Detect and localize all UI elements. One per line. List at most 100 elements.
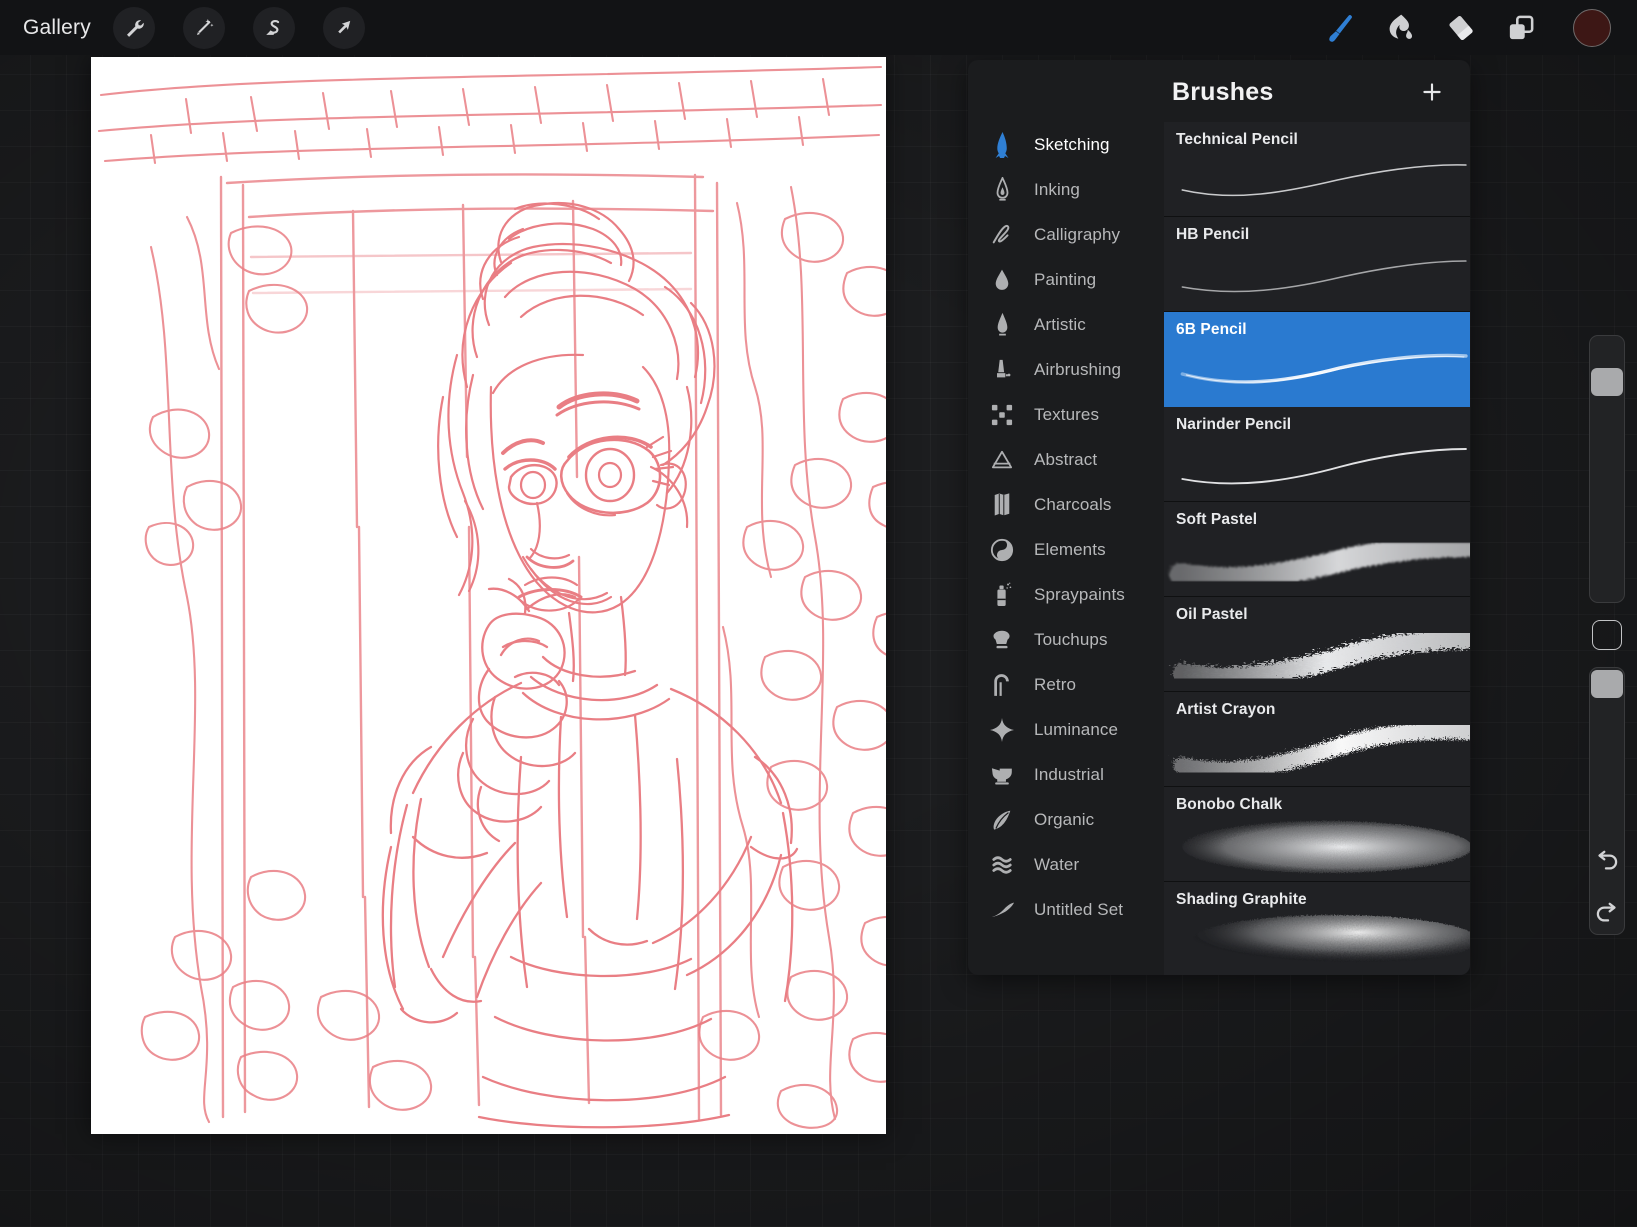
painting-icon [984,265,1020,295]
brush-name: HB Pencil [1176,226,1249,244]
organic-icon [984,805,1020,835]
untitled-set-icon [984,895,1020,925]
brush-category-label: Luminance [1034,720,1118,740]
brush-category-industrial[interactable]: Industrial [968,752,1164,797]
brush-name: Oil Pastel [1176,606,1248,624]
brush-category-textures[interactable]: Textures [968,392,1164,437]
brush-category-label: Elements [1034,540,1106,560]
brush-category-label: Untitled Set [1034,900,1123,920]
brush-category-label: Sketching [1034,135,1110,155]
undo-button[interactable] [1590,845,1624,879]
brush-category-label: Painting [1034,270,1096,290]
brush-stroke-preview [1164,429,1470,501]
add-brush-icon[interactable] [1416,76,1448,108]
retro-icon [984,670,1020,700]
brush-list[interactable]: Technical Pencil HB Pencil 6B Pencil [1164,122,1470,975]
calligraphy-icon [984,220,1020,250]
elements-icon [984,535,1020,565]
brush-category-inking[interactable]: Inking [968,167,1164,212]
redo-button[interactable] [1590,897,1624,931]
brush-name: Artist Crayon [1176,701,1275,719]
touchups-icon [984,625,1020,655]
brush-category-elements[interactable]: Elements [968,527,1164,572]
spraypaints-icon [984,580,1020,610]
brush-name: Narinder Pencil [1176,416,1291,434]
brush-stroke-preview [1164,334,1470,406]
sketch-artwork [91,57,886,1134]
brush-category-label: Charcoals [1034,495,1111,515]
abstract-icon [984,445,1020,475]
brush-category-label: Organic [1034,810,1094,830]
brush-category-label: Inking [1034,180,1080,200]
brush-category-retro[interactable]: Retro [968,662,1164,707]
sketching-icon [984,130,1020,160]
brush-category-list[interactable]: Sketching Inking Calligraphy [968,122,1164,975]
brush-category-artistic[interactable]: Artistic [968,302,1164,347]
brush-name: Soft Pastel [1176,511,1257,529]
brush-stroke-preview [1164,809,1470,881]
brush-opacity-slider-thumb[interactable] [1591,670,1623,698]
brush-category-label: Spraypaints [1034,585,1125,605]
artistic-icon [984,310,1020,340]
inking-icon [984,175,1020,205]
brush-item-oil-pastel[interactable]: Oil Pastel [1164,597,1470,692]
paintbrush-icon[interactable] [1311,0,1371,55]
undo-redo-group [1577,845,1637,931]
charcoals-icon [984,490,1020,520]
brush-category-label: Touchups [1034,630,1108,650]
brush-category-water[interactable]: Water [968,842,1164,887]
brush-item-6b-pencil[interactable]: 6B Pencil [1164,312,1470,407]
brush-stroke-preview [1164,619,1470,691]
brush-category-label: Retro [1034,675,1076,695]
brush-category-label: Calligraphy [1034,225,1120,245]
layers-icon[interactable] [1491,0,1551,55]
brush-category-label: Abstract [1034,450,1097,470]
brush-item-narinder-pencil[interactable]: Narinder Pencil [1164,407,1470,502]
adjustments-magic-wand-icon[interactable] [183,7,225,49]
top-toolbar: Gallery [0,0,1637,55]
top-toolbar-right-group [1311,0,1637,55]
industrial-icon [984,760,1020,790]
brush-category-label: Industrial [1034,765,1104,785]
brush-category-sketching[interactable]: Sketching [968,122,1164,167]
modify-button[interactable] [1592,620,1622,650]
brush-category-spraypaints[interactable]: Spraypaints [968,572,1164,617]
brushes-panel-header: Brushes [968,60,1470,122]
brush-item-bonobo-chalk[interactable]: Bonobo Chalk [1164,787,1470,882]
brush-category-luminance[interactable]: Luminance [968,707,1164,752]
brush-category-untitled-set[interactable]: Untitled Set [968,887,1164,932]
actions-wrench-icon[interactable] [113,7,155,49]
airbrushing-icon [984,355,1020,385]
transform-arrow-icon[interactable] [323,7,365,49]
brush-category-painting[interactable]: Painting [968,257,1164,302]
brush-name: Bonobo Chalk [1176,796,1282,814]
brush-item-soft-pastel[interactable]: Soft Pastel [1164,502,1470,597]
brush-size-slider[interactable] [1589,335,1625,603]
brush-category-charcoals[interactable]: Charcoals [968,482,1164,527]
artwork-canvas[interactable] [91,57,886,1134]
brush-item-artist-crayon[interactable]: Artist Crayon [1164,692,1470,787]
gallery-button[interactable]: Gallery [23,17,91,38]
brush-name: 6B Pencil [1176,321,1247,339]
brush-item-shading-graphite[interactable]: Shading Graphite [1164,882,1470,975]
brush-category-organic[interactable]: Organic [968,797,1164,842]
brush-category-label: Artistic [1034,315,1086,335]
eraser-icon[interactable] [1431,0,1491,55]
brush-name: Shading Graphite [1176,891,1307,909]
brushes-panel: Brushes Sketching Inking [968,60,1470,975]
brush-category-label: Airbrushing [1034,360,1121,380]
brush-name: Technical Pencil [1176,131,1298,149]
brush-category-touchups[interactable]: Touchups [968,617,1164,662]
selection-s-icon[interactable] [253,7,295,49]
brush-stroke-preview [1164,524,1470,596]
brush-category-calligraphy[interactable]: Calligraphy [968,212,1164,257]
brush-item-hb-pencil[interactable]: HB Pencil [1164,217,1470,312]
smudge-icon[interactable] [1371,0,1431,55]
panel-title: Brushes [1172,78,1273,107]
color-swatch[interactable] [1573,9,1611,47]
brush-size-slider-thumb[interactable] [1591,368,1623,396]
brush-category-label: Water [1034,855,1079,875]
brush-category-abstract[interactable]: Abstract [968,437,1164,482]
brush-category-airbrushing[interactable]: Airbrushing [968,347,1164,392]
brush-item-technical-pencil[interactable]: Technical Pencil [1164,122,1470,217]
